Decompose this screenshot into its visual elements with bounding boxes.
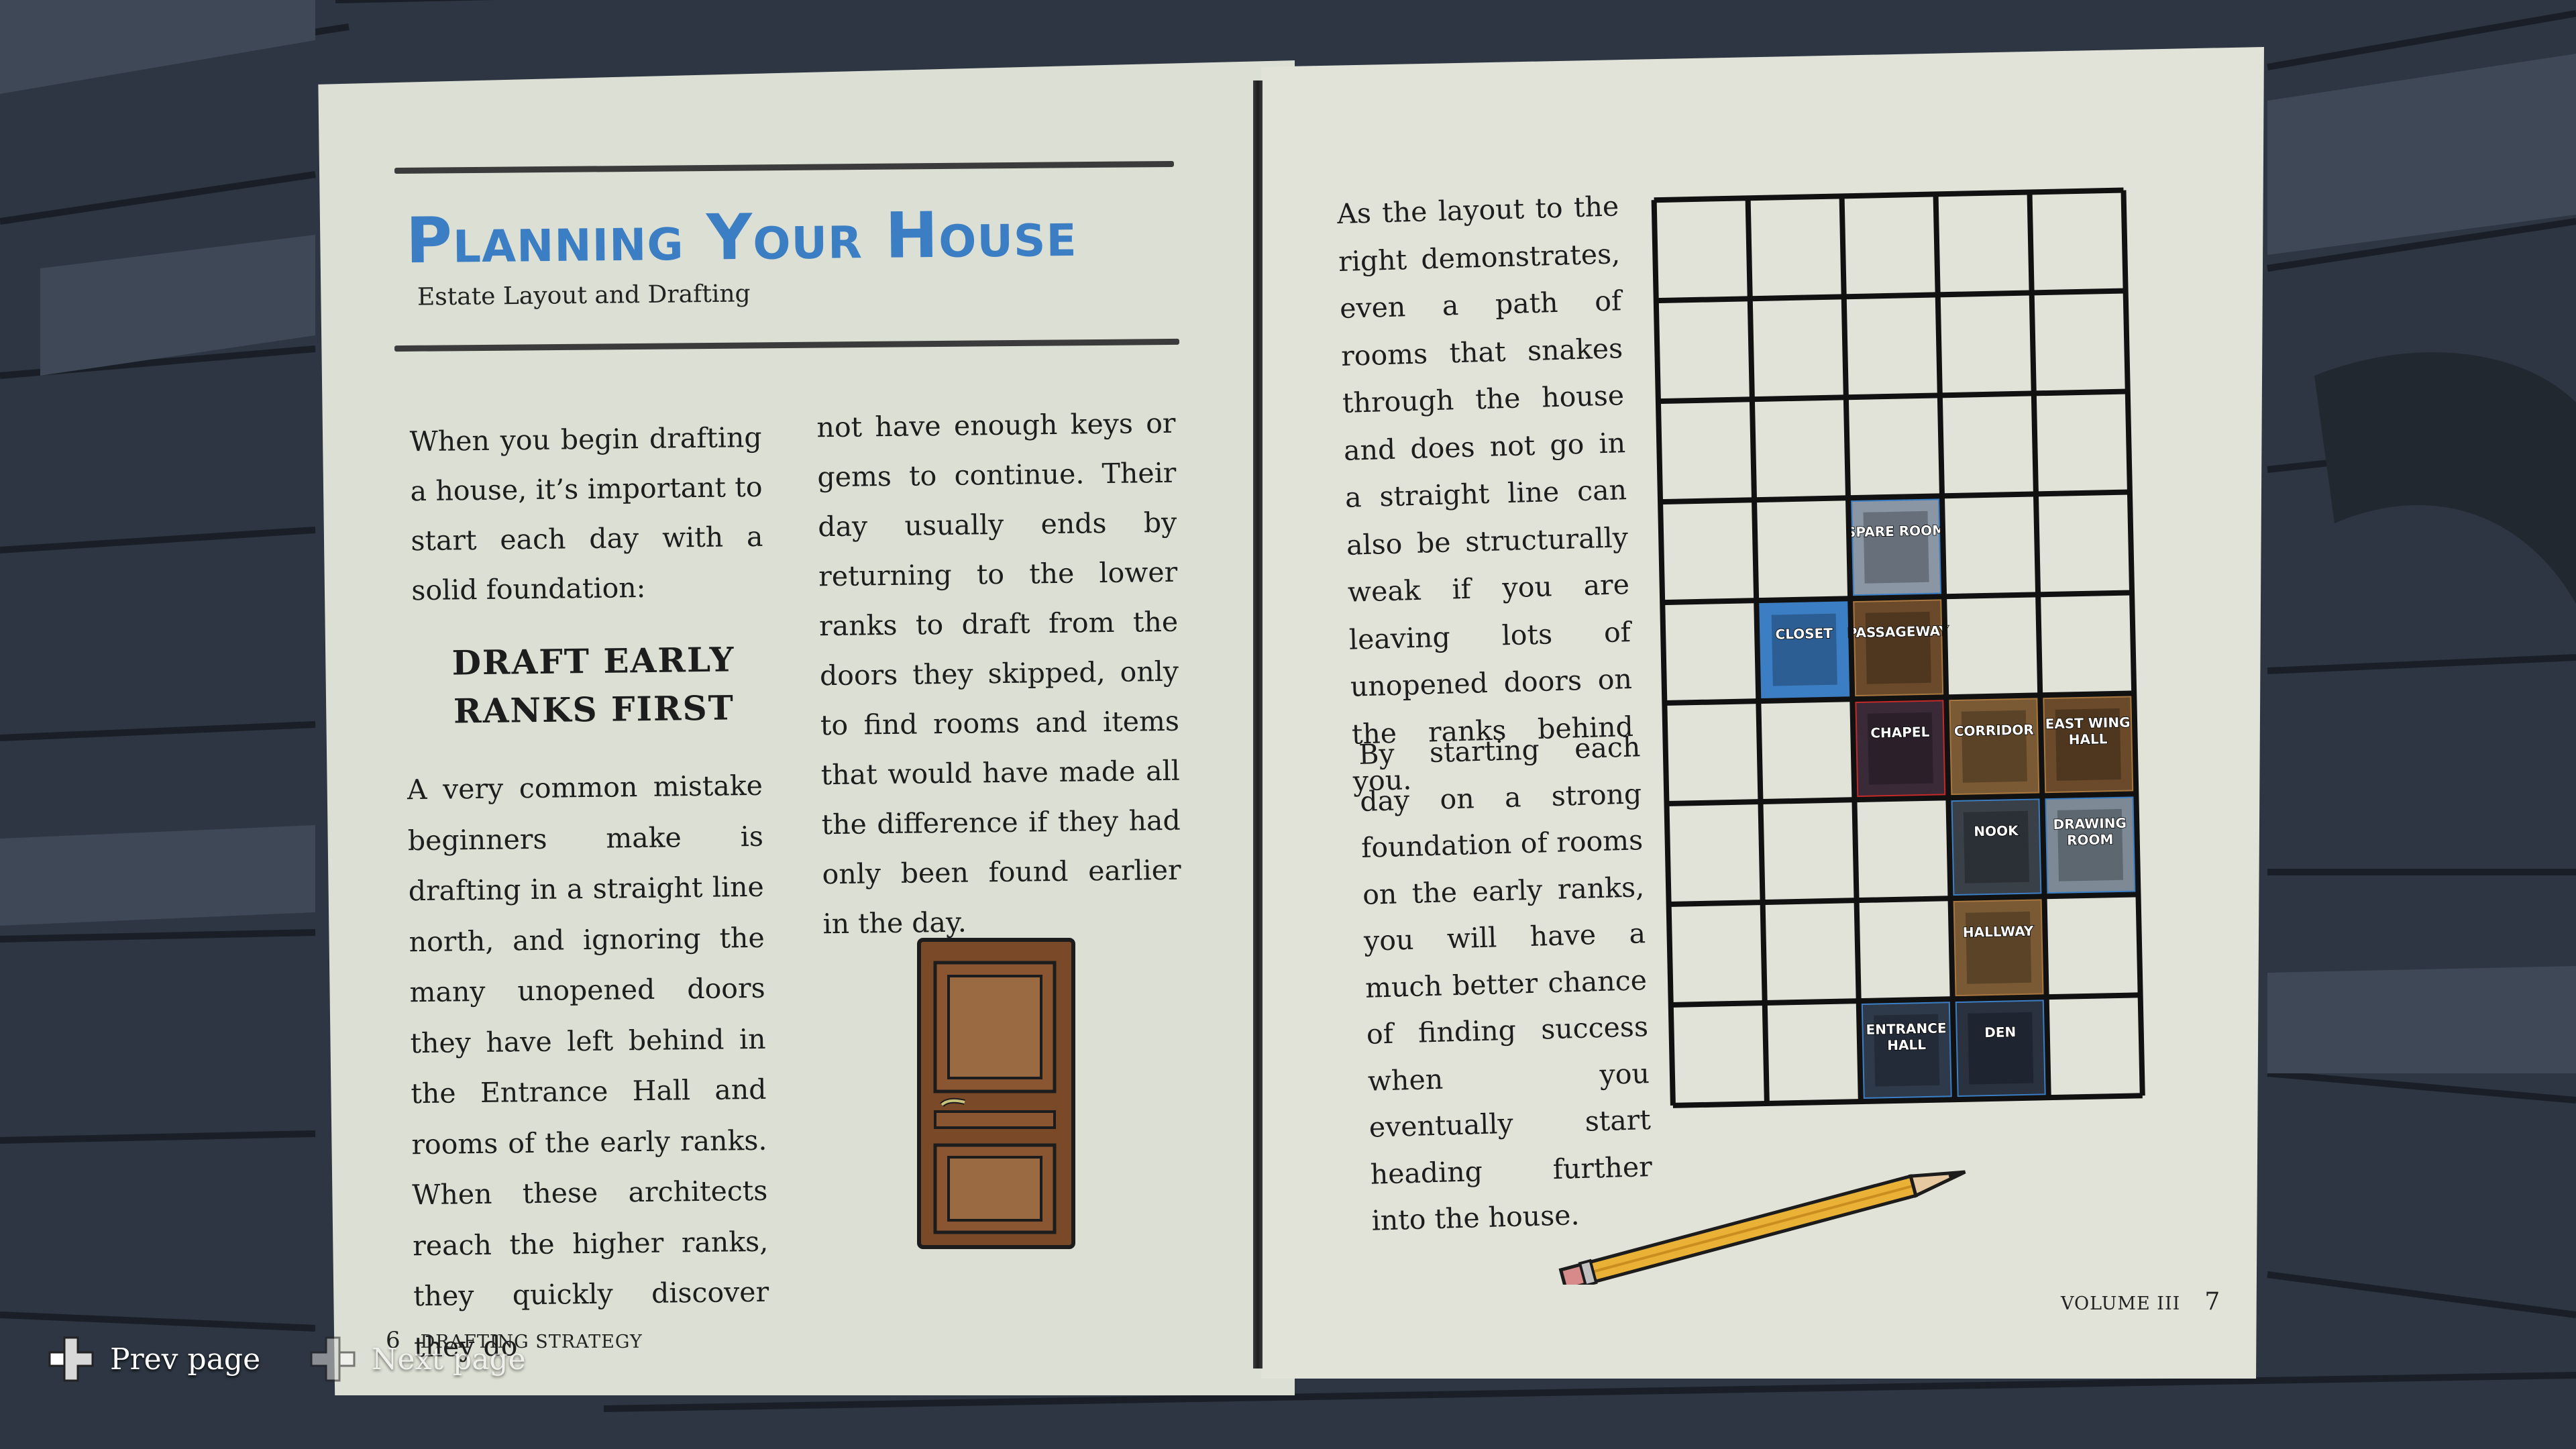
door-illustration	[917, 938, 1075, 1249]
room-label: DEN	[1984, 1024, 2017, 1040]
intro-text: When you begin drafting a house, it’s im…	[409, 421, 763, 607]
grid-row-line	[1668, 892, 2139, 907]
page-title: Planning Your House	[405, 197, 1078, 278]
room-tile-entrance-hall: ENTRANCEHALL	[1857, 998, 1956, 1104]
room-label: DRAWING	[2053, 815, 2127, 833]
column-one-text: A very common mistake beginners make is …	[407, 769, 769, 1363]
room-label: CLOSET	[1775, 625, 1833, 643]
section-heading-line1: DRAFT EARLY	[451, 639, 735, 683]
room-tile-closet: CLOSET	[1755, 597, 1854, 703]
section-heading: DRAFT EARLY RANKS FIRST	[429, 635, 759, 736]
book-spine	[1253, 80, 1263, 1368]
room-label: NOOK	[1974, 822, 2019, 839]
room-label: PASSAGEWAY	[1847, 623, 1949, 641]
page-subtitle: Estate Layout and Drafting	[417, 280, 751, 311]
prev-page-label: Prev page	[110, 1342, 261, 1377]
grid-row-line	[1658, 388, 2128, 405]
right-paragraph-one: As the layout to the right demonstrates,…	[1336, 190, 1634, 798]
dpad-right-icon	[310, 1336, 356, 1382]
room-tile-spare-room: SPARE ROOM	[1845, 494, 1946, 600]
room-label: HALLWAY	[1963, 923, 2034, 941]
room-label: CORRIDOR	[1954, 722, 2034, 739]
room-label: SPARE ROOM	[1846, 522, 1946, 540]
grid-row-line	[1654, 187, 2124, 203]
pencil-illustration	[1558, 1170, 1966, 1285]
next-page-label: Next page	[372, 1342, 526, 1377]
room-label: HALL	[2069, 731, 2108, 747]
section-heading-line2: RANKS FIRST	[453, 688, 735, 731]
room-tile-corridor: CORRIDOR	[1945, 694, 2044, 800]
next-page-button[interactable]: Next page	[309, 1335, 526, 1383]
room-tile-east-wing-hall: EAST WINGHALL	[2039, 692, 2138, 798]
prev-page-button[interactable]: Prev page	[47, 1335, 260, 1383]
room-tile-chapel: CHAPEL	[1851, 696, 1950, 802]
room-label: ENTRANCE	[1866, 1020, 1946, 1038]
house-layout-grid: SPARE ROOM CLOSET PASSAGEWAY CHAPEL CORRIDOR…	[1651, 187, 2145, 1108]
room-label: CHAPEL	[1870, 724, 1930, 741]
room-label: EAST WING	[2045, 714, 2130, 733]
right-page-number: 7	[2204, 1288, 2221, 1316]
room-tile-hallway: HALLWAY	[1949, 895, 2048, 1001]
room-label: ROOM	[2067, 831, 2114, 848]
column-two-text: not have enough keys or gems to continue…	[816, 407, 1181, 941]
grid-row-line	[1656, 288, 2126, 304]
grid-column-line	[2121, 190, 2145, 1096]
volume-label: VOLUME III	[2061, 1293, 2181, 1314]
room-tile-passageway: PASSAGEWAY	[1847, 595, 1949, 701]
room-tile-nook: NOOK	[1947, 794, 2046, 900]
room-tile-drawing-room: DRAWINGROOM	[2041, 792, 2140, 898]
dpad-left-icon	[48, 1336, 94, 1382]
room-tile-den: DEN	[1951, 996, 2050, 1102]
right-page-footer: VOLUME III 7	[2061, 1288, 2220, 1316]
room-label: HALL	[1887, 1036, 1926, 1053]
